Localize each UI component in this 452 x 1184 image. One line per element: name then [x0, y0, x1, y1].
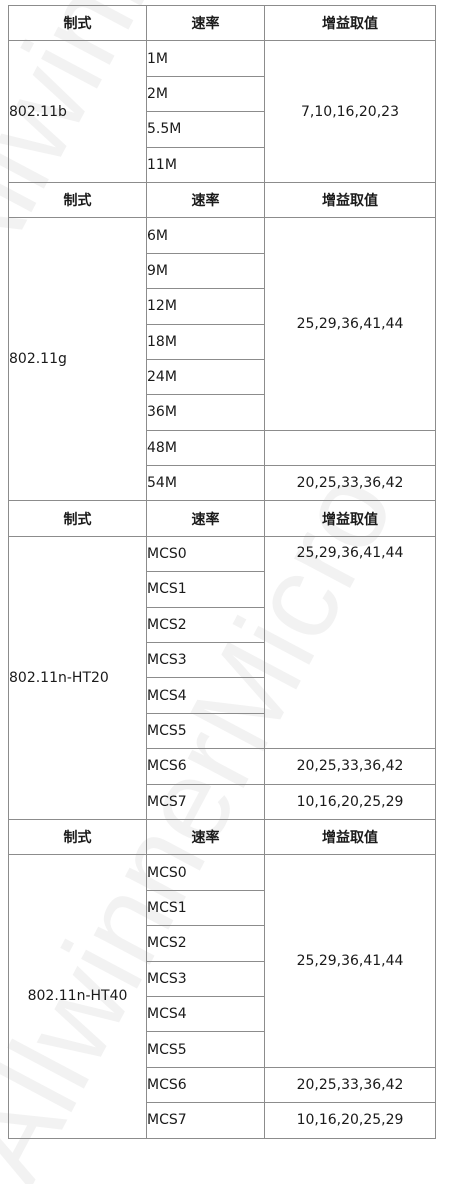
header-rate: 速率 — [146, 500, 265, 537]
gain-cell: 20,25,33,36,42 — [264, 748, 436, 785]
mode-cell: 802.11b — [8, 40, 147, 183]
header-rate: 速率 — [146, 4, 265, 42]
mode-cell: 802.11n-HT20 — [8, 535, 147, 820]
header-mode: 制式 — [8, 4, 147, 42]
rate-cell: 2M — [146, 75, 265, 113]
gain-cell: 25,29,36,41,44 — [264, 854, 436, 1068]
rate-cell: MCS2 — [146, 925, 265, 962]
header-row: 制式 速率 增益取值 — [8, 4, 436, 42]
gain-cell: 20,25,33,36,42 — [264, 1066, 436, 1104]
rate-cell: 5.5M — [146, 111, 265, 148]
header-mode: 制式 — [8, 500, 147, 537]
rate-cell: MCS7 — [146, 1102, 265, 1139]
rate-cell: 48M — [146, 429, 265, 467]
rate-cell: MCS3 — [146, 642, 265, 679]
table-row: 802.11n-HT20 MCS0 25,29,36,41,44 — [8, 535, 436, 820]
rate-cell: MCS6 — [146, 748, 265, 785]
mode-cell: 802.11n-HT40 — [8, 854, 147, 1139]
rate-cell: 18M — [146, 323, 265, 360]
rate-cell: 11M — [146, 146, 265, 183]
rate-cell: MCS6 — [146, 1066, 265, 1104]
header-mode: 制式 — [8, 181, 147, 219]
rate-cell: MCS0 — [146, 854, 265, 891]
header-rate: 速率 — [146, 181, 265, 219]
header-mode: 制式 — [8, 818, 147, 856]
rate-cell: 6M — [146, 217, 265, 254]
gain-cell: 10,16,20,25,29 — [264, 783, 436, 820]
rate-cell: MCS1 — [146, 889, 265, 927]
rate-cell: MCS0 — [146, 535, 265, 573]
header-row: 制式 速率 增益取值 — [8, 181, 436, 219]
gain-cell: 20,25,33,36,42 — [264, 465, 436, 502]
header-row: 制式 速率 增益取值 — [8, 500, 436, 537]
rate-cell: 1M — [146, 40, 265, 77]
header-gain: 增益取值 — [264, 181, 436, 219]
rate-cell: 54M — [146, 465, 265, 502]
rate-cell: 12M — [146, 288, 265, 325]
rate-cell: 9M — [146, 252, 265, 290]
mode-cell: 802.11g — [8, 217, 147, 502]
rate-cell: MCS7 — [146, 783, 265, 820]
table-row: 802.11g 6M 25,29,36,41,44 — [8, 217, 436, 502]
rate-cell: 36M — [146, 394, 265, 431]
gain-cell: 25,29,36,41,44 — [264, 535, 436, 750]
gain-cell: 25,29,36,41,44 — [264, 217, 436, 431]
gain-cell: 7,10,16,20,23 — [264, 40, 436, 183]
header-row: 制式 速率 增益取值 — [8, 818, 436, 856]
gain-table: 制式 速率 增益取值 802.11b 1M 7,10,16,20,23 2M 5… — [8, 4, 436, 1139]
rate-cell: MCS2 — [146, 606, 265, 644]
header-gain: 增益取值 — [264, 4, 436, 42]
gain-cell — [264, 429, 436, 467]
gain-cell: 10,16,20,25,29 — [264, 1102, 436, 1139]
rate-cell: MCS4 — [146, 995, 265, 1033]
header-gain: 增益取值 — [264, 818, 436, 856]
rate-cell: MCS5 — [146, 1031, 265, 1068]
rate-cell: MCS1 — [146, 571, 265, 608]
rate-cell: 24M — [146, 358, 265, 396]
table-row: 802.11n-HT40 MCS0 25,29,36,41,44 — [8, 854, 436, 1139]
header-rate: 速率 — [146, 818, 265, 856]
table-row: 802.11b 1M 7,10,16,20,23 — [8, 40, 436, 183]
rate-cell: MCS5 — [146, 712, 265, 750]
rate-cell: MCS4 — [146, 677, 265, 714]
header-gain: 增益取值 — [264, 500, 436, 537]
rate-cell: MCS3 — [146, 960, 265, 997]
